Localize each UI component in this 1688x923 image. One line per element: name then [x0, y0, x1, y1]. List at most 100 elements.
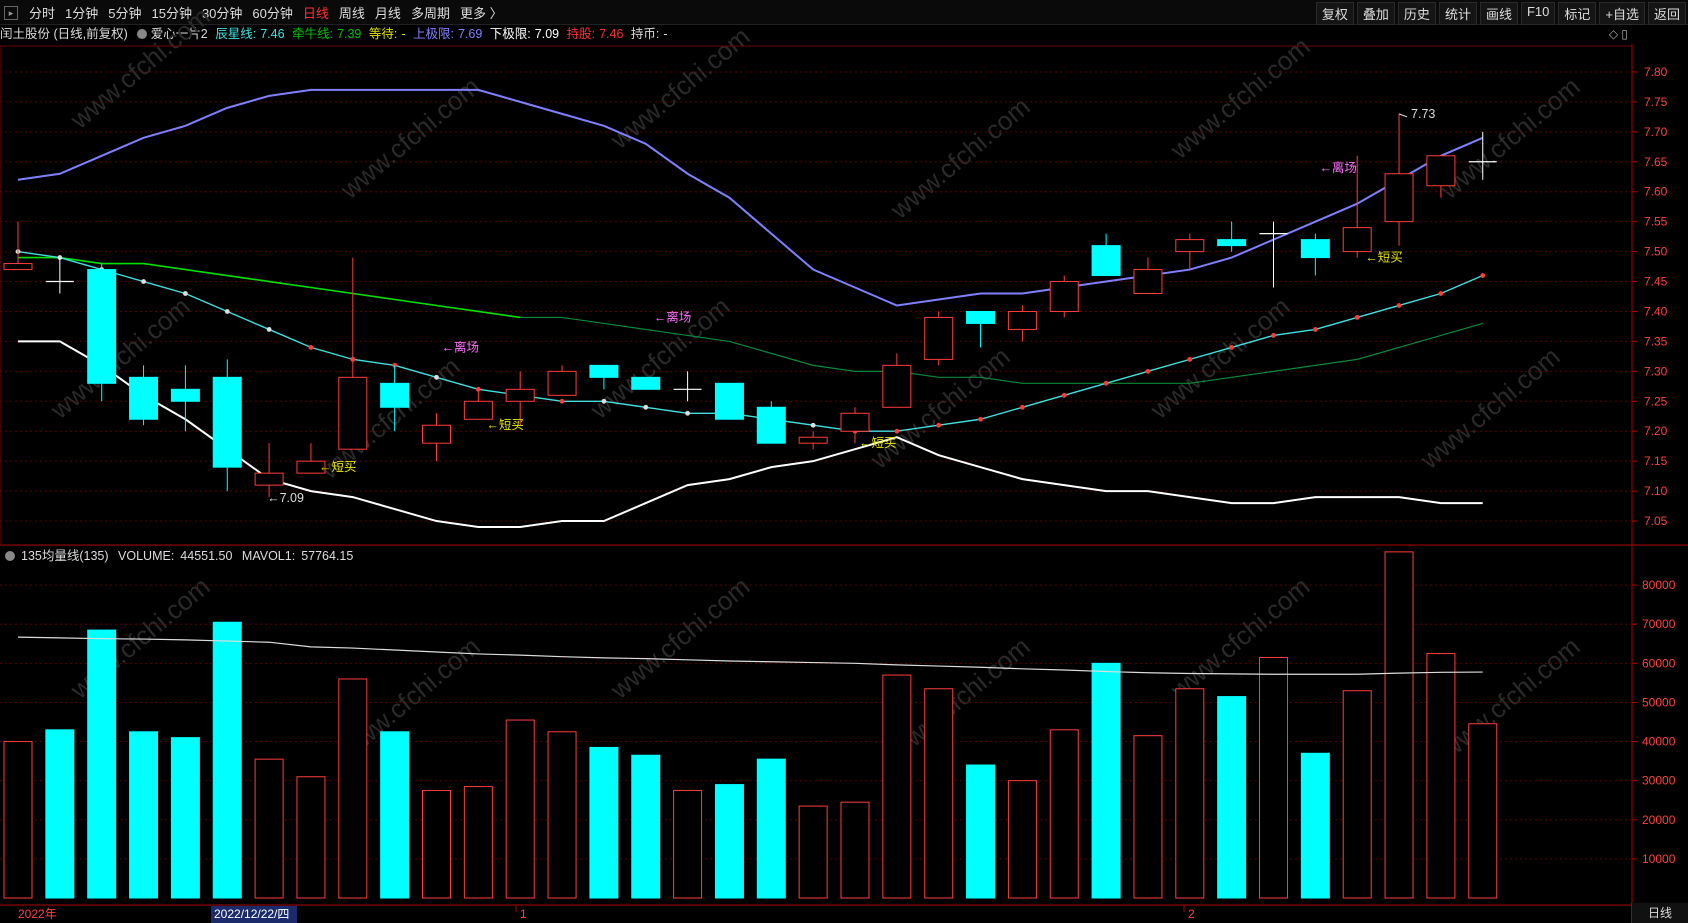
volume-bar [924, 688, 954, 899]
volume-bar [380, 731, 410, 899]
period-tab[interactable]: 月线 [370, 3, 406, 22]
mavol-value: 57764.15 [301, 549, 354, 563]
chenxing-dot [1396, 303, 1402, 308]
period-tab[interactable]: 分时 [24, 3, 60, 22]
candle-body [296, 460, 326, 474]
volume-bar [589, 746, 619, 899]
candle-body [631, 376, 661, 390]
chenxing-dot [350, 356, 356, 362]
chenxing-dot [57, 255, 63, 260]
settings-icon[interactable] [136, 29, 147, 39]
toolbar-actions: 复权 叠加 历史 统计 画线 F10 标记 +自选 返回 [1315, 2, 1686, 25]
high-price-annotation: 7.73 [1411, 107, 1435, 121]
volume-bar [422, 789, 451, 899]
volume-bar [966, 764, 996, 899]
volume-tick-label: 60000 [1642, 656, 1676, 670]
chart-canvas[interactable]: www.cfchi.com www.cfchi.com www.cfchi.com w… [0, 0, 1688, 923]
volume-bar [1007, 780, 1037, 899]
volume-bar [1384, 551, 1414, 899]
mavol-label: MAVOL1: [241, 549, 296, 563]
indicator-name[interactable]: 爱心一片2 [151, 27, 208, 41]
period-tab[interactable]: 多周期 [406, 3, 455, 22]
volume-bar [673, 789, 703, 899]
niuniu-label: 牵牛线: [292, 27, 334, 41]
short-buy-signal: ←短买 [859, 436, 897, 450]
period-tab[interactable]: 周线 [334, 3, 370, 22]
period-tab[interactable]: 30分钟 [197, 3, 247, 22]
price-tick-label: 7.15 [1644, 454, 1668, 468]
chenxing-dot [224, 309, 230, 314]
price-tick-label: 7.10 [1644, 484, 1668, 498]
chenxing-line [17, 250, 1484, 432]
period-tab[interactable]: 1分钟 [60, 3, 103, 22]
candle-body [505, 388, 535, 402]
watermark-text: www.cfchi.com [1144, 291, 1296, 425]
chenxing-dot [517, 392, 523, 398]
chenxing-dot [266, 327, 272, 332]
volume-title[interactable]: 135均量线(135) [21, 549, 109, 563]
mark-button[interactable]: 标记 [1558, 2, 1597, 25]
chenxing-dot [685, 410, 690, 416]
candle-body [380, 382, 410, 408]
chenxing-label: 辰星线: [215, 27, 257, 41]
add-watchlist-button[interactable]: +自选 [1599, 2, 1645, 25]
candle-body [756, 406, 786, 444]
short-buy-signal: ←短买 [319, 460, 357, 474]
chenxing-dot [1020, 404, 1025, 410]
period-indicator-tab[interactable]: 日线 [1631, 903, 1688, 923]
indicator-info-bar: 闰土股份 (日线,前复权) 爱心一片2 辰星线: 7.46 牵牛线: 7.39 等待:… [0, 24, 1630, 44]
chenxing-dot [475, 386, 481, 392]
candle-body [840, 412, 870, 432]
chenxing-dot [1229, 344, 1235, 350]
watermark-text: www.cfchi.com [884, 631, 1036, 765]
f10-button[interactable]: F10 [1520, 2, 1556, 25]
period-tab-daily[interactable]: 日线 [298, 3, 334, 22]
chenxing-dot [1145, 368, 1151, 374]
lower-value: 7.09 [534, 27, 560, 41]
lower-limit-line [18, 340, 1483, 529]
volume-bar [1091, 662, 1121, 899]
price-tick-label: 7.25 [1644, 394, 1668, 408]
panel-scroll-icon[interactable]: ▯ [1621, 27, 1628, 41]
back-button[interactable]: 返回 [1647, 2, 1686, 25]
watermark-text: www.cfchi.com [44, 291, 196, 425]
price-tick-label: 7.60 [1644, 185, 1668, 199]
chenxing-dot [434, 374, 439, 380]
candle-body [254, 472, 284, 486]
chenxing-dot [1480, 273, 1486, 278]
diamond-icon[interactable]: ◇ [1609, 27, 1618, 41]
chenxing-dot [15, 249, 21, 254]
volume-tick-label: 80000 [1642, 578, 1676, 592]
candle-body [1342, 227, 1372, 253]
volume-tick-label: 10000 [1642, 852, 1676, 866]
volume-bar [254, 758, 284, 899]
volume-bar [1426, 653, 1456, 899]
volume-bar [170, 737, 200, 899]
price-tick-label: 7.35 [1644, 334, 1668, 348]
volume-bar [212, 621, 242, 899]
period-tab[interactable]: 15分钟 [146, 3, 196, 22]
candle-body [422, 424, 451, 444]
adjust-button[interactable]: 复权 [1315, 2, 1354, 25]
menu-toggle-icon[interactable]: ▸ [4, 5, 18, 20]
volume-bar [87, 629, 117, 899]
volume-bar [1468, 723, 1498, 899]
period-tab[interactable]: 5分钟 [103, 3, 146, 22]
volume-bar [505, 719, 535, 899]
period-more[interactable]: 更多 〉 [455, 3, 508, 22]
stats-button[interactable]: 统计 [1438, 2, 1477, 25]
candle-body [338, 376, 368, 450]
volume-bar [129, 731, 159, 899]
chenxing-dot [768, 416, 774, 422]
candle-body [966, 310, 996, 324]
period-tab[interactable]: 60分钟 [247, 3, 297, 22]
overlay-button[interactable]: 叠加 [1356, 2, 1395, 25]
volume-bar [1342, 690, 1372, 899]
candle-body [212, 376, 242, 468]
price-tick-label: 7.80 [1644, 65, 1668, 79]
draw-button[interactable]: 画线 [1479, 2, 1518, 25]
price-tick-label: 7.45 [1644, 275, 1668, 289]
history-button[interactable]: 历史 [1397, 2, 1436, 25]
volume-settings-icon[interactable] [5, 551, 15, 561]
date-cursor-box [211, 906, 297, 923]
